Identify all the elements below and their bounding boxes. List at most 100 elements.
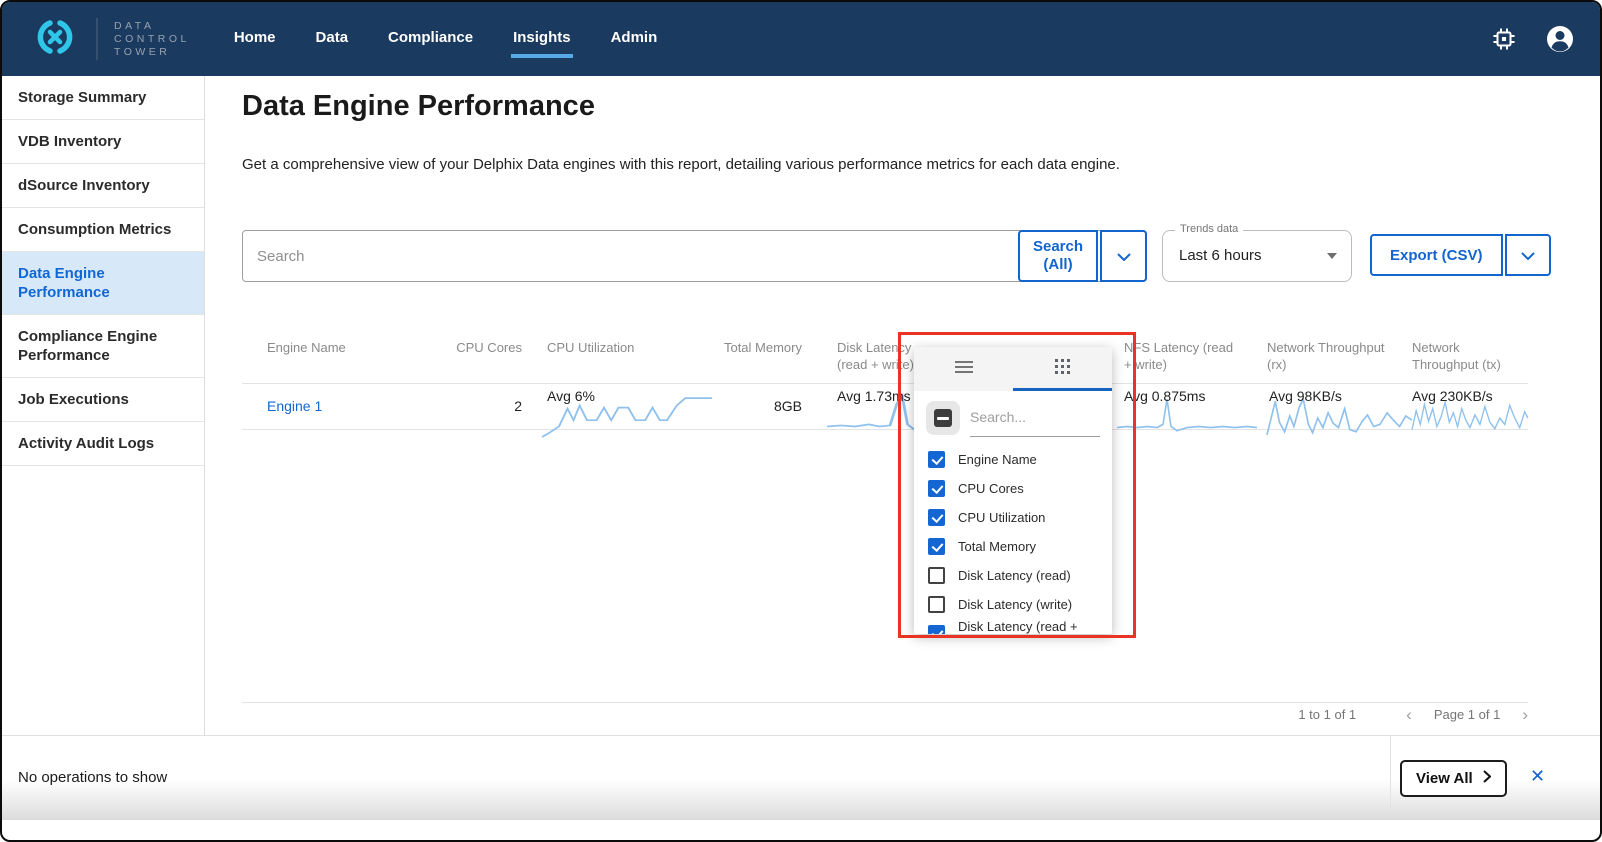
prev-page-icon[interactable]: ‹ <box>1406 708 1412 721</box>
checkbox-icon[interactable] <box>928 480 945 497</box>
cpu-cores-cell: 2 <box>442 384 522 429</box>
sidebar-item-storage-summary[interactable]: Storage Summary <box>2 76 204 120</box>
nav-item-compliance[interactable]: Compliance <box>386 21 475 58</box>
column-menu-item-cpu-cores[interactable]: CPU Cores <box>914 474 1112 503</box>
tab-column-view[interactable] <box>1013 347 1112 391</box>
sidebar: Storage Summary VDB Inventory dSource In… <box>2 76 205 735</box>
column-header-cpu-utilization: CPU Utilization <box>522 339 712 373</box>
column-menu-item-cpu-utilization[interactable]: CPU Utilization <box>914 503 1112 532</box>
page-title: Data Engine Performance <box>242 90 595 123</box>
column-header-nfs-latency: NFS Latency (read + write) <box>1087 339 1267 373</box>
engine-performance-table: Engine Name CPU Cores CPU Utilization To… <box>242 331 1528 430</box>
cpu-utilization-avg: Avg 6% <box>547 388 595 404</box>
trends-data-label: Trends data <box>1175 223 1243 235</box>
toggle-all-columns-checkbox[interactable] <box>926 401 960 435</box>
checkbox-icon[interactable] <box>928 596 945 613</box>
column-header-network-tx: Network Throughput (tx) <box>1412 339 1528 373</box>
chevron-down-icon <box>1521 247 1535 264</box>
nfs-latency-cell: Avg 0.875ms <box>1087 384 1267 429</box>
sidebar-item-compliance-engine-performance[interactable]: Compliance Engine Performance <box>2 315 204 378</box>
popup-search-row <box>914 391 1112 445</box>
view-all-button[interactable]: View All <box>1400 760 1507 797</box>
engine-link[interactable]: Engine 1 <box>267 398 322 414</box>
popup-search-field <box>970 391 1100 445</box>
export-csv-button[interactable]: Export (CSV) <box>1370 234 1503 276</box>
column-menu-item-disk-latency-write[interactable]: Disk Latency (write) <box>914 590 1112 619</box>
checkbox-icon[interactable] <box>928 625 945 634</box>
nfs-latency-avg: Avg 0.875ms <box>1124 388 1205 404</box>
checkbox-icon[interactable] <box>928 538 945 555</box>
brand-divider <box>96 18 98 60</box>
pagination-summary: 1 to 1 of 1 <box>1298 707 1356 722</box>
next-page-icon[interactable]: › <box>1522 708 1528 721</box>
sidebar-item-vdb-inventory[interactable]: VDB Inventory <box>2 120 204 164</box>
network-tx-cell: Avg 230KB/s <box>1412 384 1528 429</box>
operations-bar: No operations to show View All ✕ <box>2 735 1600 820</box>
chevron-right-icon <box>1483 770 1491 787</box>
chevron-down-icon <box>1117 248 1131 265</box>
search-bar: Search (All) <box>242 230 1147 282</box>
nav-item-insights[interactable]: Insights <box>511 21 573 58</box>
navbar-icons <box>1492 25 1574 53</box>
column-search-input[interactable] <box>970 391 1100 425</box>
column-menu-item-disk-latency-read[interactable]: Disk Latency (read) <box>914 561 1112 590</box>
search-all-button[interactable]: Search (All) <box>1018 230 1098 282</box>
delphix-logo-icon <box>28 16 82 63</box>
search-options-button[interactable] <box>1100 230 1147 282</box>
page-description: Get a comprehensive view of your Delphix… <box>242 156 1120 173</box>
hamburger-icon <box>955 360 973 378</box>
export-button-group: Export (CSV) <box>1370 234 1551 276</box>
footer-divider <box>1390 736 1391 816</box>
engine-name-cell: Engine 1 <box>242 384 442 429</box>
cpu-utilization-cell: Avg 6% <box>522 384 712 429</box>
sidebar-item-activity-audit-logs[interactable]: Activity Audit Logs <box>2 422 204 466</box>
column-header-engine-name: Engine Name <box>242 339 442 373</box>
checkbox-icon[interactable] <box>928 567 945 584</box>
total-memory-cell: 8GB <box>712 384 802 429</box>
top-navbar: DATA CONTROL TOWER Home Data Compliance … <box>2 2 1600 76</box>
nav-item-data[interactable]: Data <box>314 21 351 58</box>
tab-list-view[interactable] <box>914 347 1013 391</box>
column-menu-label: Disk Latency (read + write) <box>958 619 1098 635</box>
column-header-total-memory: Total Memory <box>712 339 802 373</box>
column-menu-item-engine-name[interactable]: Engine Name <box>914 445 1112 474</box>
column-menu-item-total-memory[interactable]: Total Memory <box>914 532 1112 561</box>
brand-text: DATA CONTROL TOWER <box>114 20 190 59</box>
app-window: DATA CONTROL TOWER Home Data Compliance … <box>0 0 1602 842</box>
column-selector-popup: Engine Name CPU Cores CPU Utilization To… <box>914 347 1112 634</box>
pagination-page-label: Page 1 of 1 <box>1434 707 1501 722</box>
column-menu-label: Disk Latency (write) <box>958 597 1072 612</box>
popup-tabs <box>914 347 1112 391</box>
table-row: Engine 1 2 Avg 6% 8GB Avg 1.73ms Avg 0.8… <box>242 384 1528 430</box>
trends-data-value: Last 6 hours <box>1179 247 1262 264</box>
account-icon[interactable] <box>1546 25 1574 53</box>
network-rx-cell: Avg 98KB/s <box>1267 384 1412 429</box>
sidebar-item-consumption-metrics[interactable]: Consumption Metrics <box>2 208 204 252</box>
nav-item-admin[interactable]: Admin <box>609 21 660 58</box>
search-input[interactable] <box>242 230 1147 282</box>
column-header-network-rx: Network Throughput (rx) <box>1267 339 1412 373</box>
column-menu-list: Engine Name CPU Cores CPU Utilization To… <box>914 445 1112 634</box>
column-menu-label: Total Memory <box>958 539 1036 554</box>
nav-item-home[interactable]: Home <box>232 21 278 58</box>
column-menu-item-disk-latency-read-write[interactable]: Disk Latency (read + write) <box>914 619 1112 634</box>
sidebar-item-data-engine-performance[interactable]: Data Engine Performance <box>2 252 204 315</box>
main-content: Data Engine Performance Get a comprehens… <box>205 76 1600 735</box>
logo[interactable]: DATA CONTROL TOWER <box>28 16 190 63</box>
trends-data-select[interactable]: Trends data Last 6 hours <box>1162 230 1352 282</box>
indeterminate-checkbox-icon <box>934 409 952 427</box>
column-menu-label: CPU Cores <box>958 481 1024 496</box>
sidebar-item-dsource-inventory[interactable]: dSource Inventory <box>2 164 204 208</box>
checkbox-icon[interactable] <box>928 509 945 526</box>
sidebar-item-job-executions[interactable]: Job Executions <box>2 378 204 422</box>
operations-message: No operations to show <box>18 769 167 786</box>
table-bottom-divider <box>242 702 1528 703</box>
export-options-button[interactable] <box>1505 234 1551 276</box>
column-menu-label: CPU Utilization <box>958 510 1045 525</box>
table-header-row: Engine Name CPU Cores CPU Utilization To… <box>242 331 1528 384</box>
chip-icon[interactable] <box>1492 27 1516 51</box>
checkbox-icon[interactable] <box>928 451 945 468</box>
column-menu-label: Engine Name <box>958 452 1037 467</box>
close-icon[interactable]: ✕ <box>1530 766 1545 787</box>
grid-icon <box>1055 359 1070 379</box>
